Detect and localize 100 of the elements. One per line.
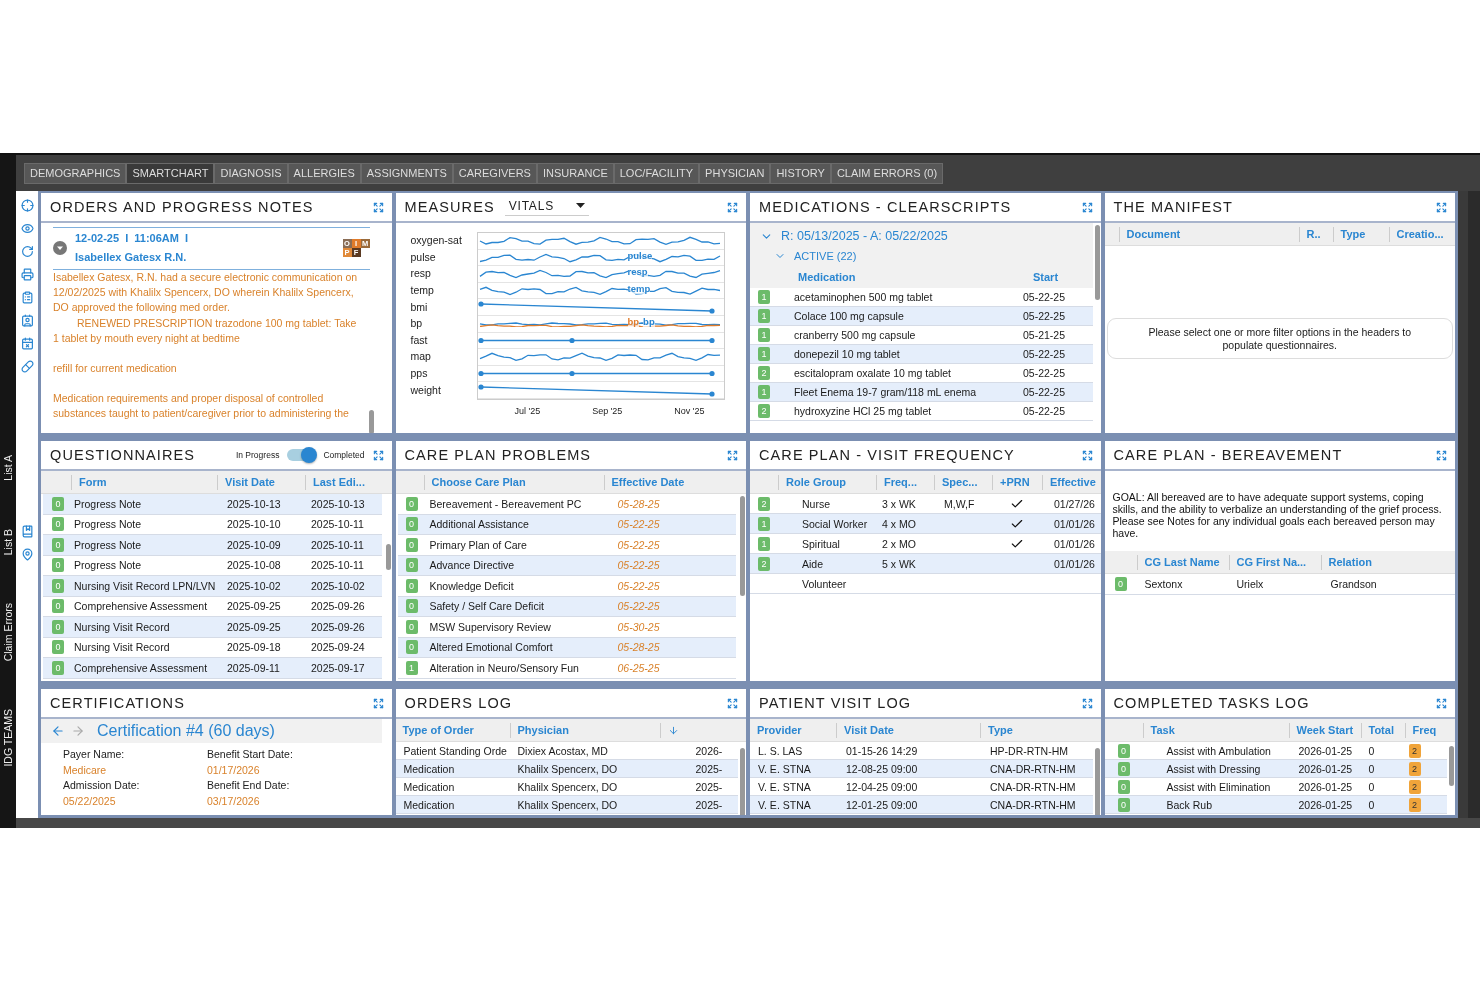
contact-card-icon[interactable] bbox=[20, 314, 34, 327]
table-cell-text: Altered Emotional Comfort bbox=[428, 641, 554, 654]
table-row[interactable]: 0 Progress Note 2025-10-08 2025-10-11 bbox=[43, 555, 382, 576]
eye-icon[interactable] bbox=[20, 222, 34, 235]
table-row[interactable]: 1 Spiritual 2 x MO 01/01/26 bbox=[750, 534, 1101, 554]
table-cell-text: MSW Supervisory Review bbox=[428, 620, 552, 633]
table-row[interactable]: 0 Knowledge Deficit 05-22-25 bbox=[397, 576, 736, 597]
expand-icon[interactable] bbox=[372, 697, 384, 709]
table-cell-text: Assist with Elimination bbox=[1165, 780, 1272, 793]
table-row[interactable]: 1 Colace 100 mg capsule 05-22-25 bbox=[750, 307, 1093, 326]
measure-label: temp bbox=[410, 283, 435, 299]
table-row[interactable]: 0 Sextonx Urielx Grandson bbox=[1104, 574, 1455, 595]
table-row[interactable]: 1 acetaminophen 500 mg tablet 05-22-25 bbox=[750, 288, 1093, 307]
calendar-icon[interactable] bbox=[20, 337, 34, 350]
table-row[interactable]: 0 Safety / Self Care Deficit 05-22-25 bbox=[397, 596, 736, 617]
table-row[interactable]: 0 Additional Assistance 05-22-25 bbox=[397, 514, 736, 535]
table-cell-text: Bereavement - Bereavement PC bbox=[428, 497, 583, 510]
tab[interactable]: ASSIGNMENTS bbox=[360, 162, 453, 184]
tab[interactable]: PHYSICIAN bbox=[699, 162, 771, 184]
table-row[interactable]: 0 Progress Note 2025-10-09 2025-10-11 bbox=[43, 535, 382, 556]
tab[interactable]: HISTORY bbox=[770, 162, 831, 184]
table-row[interactable]: 0 Nursing Visit Record 2025-09-25 2025-09-26 bbox=[43, 617, 382, 638]
expand-icon[interactable] bbox=[372, 201, 384, 213]
expand-icon[interactable] bbox=[727, 697, 738, 709]
expand-icon[interactable] bbox=[1081, 697, 1093, 709]
table-row[interactable]: 2 Nurse 3 x WK M,W,F 01/27/26 bbox=[750, 494, 1101, 514]
field-value: Medicare bbox=[63, 762, 108, 778]
table-row[interactable]: 0 Comprehensive Assessment 2025-09-25 2025-09-26 bbox=[43, 596, 382, 617]
vitals-dropdown[interactable]: VITALS bbox=[504, 198, 589, 216]
table-cell-text: Progress Note bbox=[73, 559, 143, 572]
table-row[interactable]: 0 Nursing Visit Record LPN/LVN 2025-10-02 2025-10-02 bbox=[43, 576, 382, 597]
table-cell-text: 2025-09-24 bbox=[310, 641, 366, 654]
table-row[interactable]: 1 Fleet Enema 19-7 gram/118 mL enema 05-22-25 bbox=[750, 383, 1093, 402]
table-row[interactable]: 2 hydroxyzine HCl 25 mg tablet 05-22-25 bbox=[750, 402, 1093, 421]
table-cell-text: V. E. STNA bbox=[757, 780, 812, 793]
scrollbar-thumb[interactable] bbox=[368, 410, 374, 433]
tab[interactable]: CLAIM ERRORS (0) bbox=[830, 162, 944, 184]
crosshair-icon[interactable] bbox=[20, 199, 34, 212]
table-cell-text: 2025-09-18 bbox=[226, 641, 282, 654]
table-row[interactable]: 0 Back Rub 2026-01-25 0 2 bbox=[1104, 796, 1447, 814]
table-row[interactable]: 2 escitalopram oxalate 10 mg tablet 05-22-25 bbox=[750, 364, 1093, 383]
bookmark-icon[interactable] bbox=[20, 525, 34, 538]
table-cell-text: Social Worker bbox=[801, 517, 869, 530]
side-tab[interactable]: List A bbox=[2, 455, 14, 481]
table-row[interactable]: 0 Bereavement - Bereavement PC 05-28-25 bbox=[397, 494, 736, 515]
side-tab[interactable]: Claim Errors bbox=[2, 602, 14, 662]
table-cell-text: 2026- bbox=[694, 744, 724, 757]
table-row[interactable]: 1 donepezil 10 mg tablet 05-22-25 bbox=[750, 345, 1093, 364]
series-label: bp bbox=[627, 316, 640, 327]
table-row[interactable]: Medication Khalilx Spencerx, DO 2025- bbox=[395, 796, 738, 814]
tab[interactable]: INSURANCE bbox=[536, 162, 614, 184]
group-label[interactable]: R: 05/13/2025 - A: 05/22/2025 bbox=[781, 229, 948, 243]
table-row[interactable]: 1 Alteration in Neuro/Sensory Fun 06-25-25 bbox=[397, 658, 736, 679]
table-row[interactable]: 0 Assist with Dressing 2026-01-25 0 2 bbox=[1104, 760, 1447, 778]
expand-icon[interactable] bbox=[1081, 201, 1093, 213]
tab[interactable]: DEMOGRAPHICS bbox=[24, 162, 127, 184]
tab[interactable]: DIAGNOSIS bbox=[214, 162, 288, 184]
table-cell-text: 01/01/26 bbox=[1053, 537, 1096, 550]
table-row[interactable]: 0 Nursing Visit Record 2025-09-18 2025-09-24 bbox=[43, 637, 382, 658]
table-cell-text: 0 bbox=[1367, 762, 1376, 775]
tab[interactable]: SMARTCHART bbox=[126, 162, 215, 184]
status-switch[interactable] bbox=[287, 449, 316, 461]
expand-icon[interactable] bbox=[727, 201, 738, 213]
table-row[interactable]: 0 Advance Directive 05-22-25 bbox=[397, 555, 736, 576]
table-cell-text: 05-22-25 bbox=[616, 538, 661, 551]
table-row[interactable]: 1 Social Worker 4 x MO 01/01/26 bbox=[750, 514, 1101, 534]
map-pin-icon[interactable] bbox=[20, 548, 34, 561]
table-row[interactable]: 2 Aide 5 x WK 01/01/26 bbox=[750, 554, 1101, 574]
table-row[interactable]: 0 Comprehensive Assessment 2025-09-11 2025-09-17 bbox=[43, 658, 382, 679]
expand-icon[interactable] bbox=[1081, 449, 1093, 461]
table-row[interactable]: V. E. STNA 12-08-25 09:00 CNA-DR-RTN-HM bbox=[750, 760, 1093, 778]
table-row[interactable]: V. E. STNA 12-01-25 09:00 CNA-DR-RTN-HM bbox=[750, 796, 1093, 814]
expand-icon[interactable] bbox=[1436, 697, 1447, 709]
table-row[interactable]: 0 MSW Supervisory Review 05-30-25 bbox=[397, 617, 736, 638]
count-badge: 1 bbox=[758, 328, 770, 342]
list-icon[interactable] bbox=[20, 291, 34, 304]
table-row[interactable]: Medication Khalilx Spencerx, DO 2025- bbox=[395, 760, 738, 778]
group-label[interactable]: ACTIVE (22) bbox=[794, 250, 857, 262]
count-badge: 1 bbox=[758, 290, 770, 304]
side-tab[interactable]: IDG TEAMS bbox=[2, 709, 14, 767]
tab[interactable]: CAREGIVERS bbox=[452, 162, 537, 184]
table-row[interactable]: 0 Altered Emotional Comfort 05-28-25 bbox=[397, 637, 736, 658]
pill-icon[interactable] bbox=[20, 360, 34, 373]
print-icon[interactable] bbox=[20, 268, 34, 281]
expand-icon[interactable] bbox=[372, 449, 384, 461]
table-row[interactable]: 0 Progress Note 2025-10-10 2025-10-11 bbox=[43, 514, 382, 535]
tab[interactable]: LOC/FACILITY bbox=[613, 162, 700, 184]
expand-icon[interactable] bbox=[1436, 449, 1447, 461]
collapse-icon[interactable] bbox=[53, 240, 67, 255]
table-row[interactable]: 0 Assist with Elimination 2026-01-25 0 2 bbox=[1104, 778, 1447, 796]
table-row[interactable]: 0 Assist with Ambulation 2026-01-25 0 2 bbox=[1104, 742, 1447, 760]
refresh-icon[interactable] bbox=[20, 245, 34, 258]
tab[interactable]: ALLERGIES bbox=[287, 162, 361, 184]
sort-arrow-icon[interactable] bbox=[667, 724, 679, 736]
expand-icon[interactable] bbox=[1436, 201, 1447, 213]
expand-icon[interactable] bbox=[727, 449, 738, 461]
table-row[interactable]: 0 Primary Plan of Care 05-22-25 bbox=[397, 535, 736, 556]
table-row[interactable]: 1 cranberry 500 mg capsule 05-21-25 bbox=[750, 326, 1093, 345]
side-tab[interactable]: List B bbox=[2, 528, 14, 555]
table-row[interactable]: 0 Progress Note 2025-10-13 2025-10-13 bbox=[43, 494, 382, 515]
